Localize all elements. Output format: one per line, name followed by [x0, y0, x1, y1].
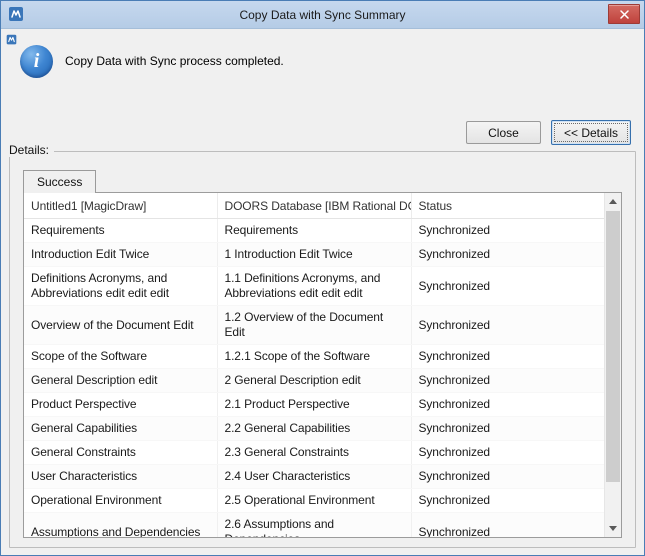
cell-status[interactable]: Synchronized — [411, 441, 604, 465]
table-header-row: Untitled1 [MagicDraw] DOORS Database [IB… — [24, 193, 604, 219]
cell-magicdraw[interactable]: Definitions Acronyms, and Abbreviations … — [24, 267, 217, 306]
cell-status[interactable]: Synchronized — [411, 267, 604, 306]
cell-doors[interactable]: 1 Introduction Edit Twice — [217, 243, 411, 267]
cell-magicdraw[interactable]: Requirements — [24, 219, 217, 243]
message-text: Copy Data with Sync process completed. — [65, 54, 284, 68]
table-row[interactable]: Scope of the Software 1.2.1 Scope of the… — [24, 345, 604, 369]
cell-magicdraw[interactable]: Overview of the Document Edit — [24, 306, 217, 345]
cell-status[interactable]: Synchronized — [411, 513, 604, 538]
details-section: Details: Success Untitled1 [MagicDraw] D… — [9, 144, 636, 548]
cell-status[interactable]: Synchronized — [411, 369, 604, 393]
success-tab-pane: Untitled1 [MagicDraw] DOORS Database [IB… — [23, 192, 622, 538]
scroll-down-button[interactable] — [605, 520, 621, 537]
scrollbar-thumb[interactable] — [606, 211, 620, 482]
cell-doors[interactable]: Requirements — [217, 219, 411, 243]
table-row[interactable]: User Characteristics 2.4 User Characteri… — [24, 465, 604, 489]
cell-magicdraw[interactable]: User Characteristics — [24, 465, 217, 489]
cell-doors[interactable]: 1.2.1 Scope of the Software — [217, 345, 411, 369]
copy-data-sync-summary-dialog: Copy Data with Sync Summary i Copy Data … — [0, 0, 645, 556]
table-row[interactable]: Overview of the Document Edit 1.2 Overvi… — [24, 306, 604, 345]
message-area: i Copy Data with Sync process completed. — [20, 45, 284, 78]
cell-doors[interactable]: 2.3 General Constraints — [217, 441, 411, 465]
cell-magicdraw[interactable]: General Capabilities — [24, 417, 217, 441]
table-row[interactable]: General Capabilities 2.2 General Capabil… — [24, 417, 604, 441]
button-row: Close << Details — [466, 120, 631, 145]
cell-status[interactable]: Synchronized — [411, 465, 604, 489]
table-row[interactable]: General Constraints 2.3 General Constrai… — [24, 441, 604, 465]
table-row[interactable]: Requirements Requirements Synchronized — [24, 219, 604, 243]
cell-magicdraw[interactable]: Product Perspective — [24, 393, 217, 417]
sync-results-table: Untitled1 [MagicDraw] DOORS Database [IB… — [24, 193, 604, 537]
tab-success[interactable]: Success — [23, 170, 96, 193]
titlebar[interactable]: Copy Data with Sync Summary — [1, 1, 644, 29]
details-toggle-button[interactable]: << Details — [551, 120, 631, 145]
cell-doors[interactable]: 2 General Description edit — [217, 369, 411, 393]
table-row[interactable]: General Description edit 2 General Descr… — [24, 369, 604, 393]
close-window-button[interactable] — [608, 4, 640, 24]
cell-status[interactable]: Synchronized — [411, 417, 604, 441]
table-row[interactable]: Introduction Edit Twice 1 Introduction E… — [24, 243, 604, 267]
cell-doors[interactable]: 1.2 Overview of the Document Edit — [217, 306, 411, 345]
cell-doors[interactable]: 2.5 Operational Environment — [217, 489, 411, 513]
cell-doors[interactable]: 2.1 Product Perspective — [217, 393, 411, 417]
app-icon-small — [6, 32, 17, 43]
cell-magicdraw[interactable]: Scope of the Software — [24, 345, 217, 369]
table-row[interactable]: Assumptions and Dependencies 2.6 Assumpt… — [24, 513, 604, 538]
table-row[interactable]: Product Perspective 2.1 Product Perspect… — [24, 393, 604, 417]
column-header-status[interactable]: Status — [411, 193, 604, 219]
window-title: Copy Data with Sync Summary — [1, 8, 644, 22]
scroll-up-icon — [609, 199, 617, 204]
cell-doors[interactable]: 2.6 Assumptions and Dependencies — [217, 513, 411, 538]
scroll-up-button[interactable] — [605, 193, 621, 210]
cell-magicdraw[interactable]: Assumptions and Dependencies — [24, 513, 217, 538]
sync-results-table-wrap: Untitled1 [MagicDraw] DOORS Database [IB… — [24, 193, 621, 537]
cell-doors[interactable]: 1.1 Definitions Acronyms, and Abbreviati… — [217, 267, 411, 306]
cell-doors[interactable]: 2.2 General Capabilities — [217, 417, 411, 441]
cell-magicdraw[interactable]: Operational Environment — [24, 489, 217, 513]
info-icon: i — [20, 45, 53, 78]
cell-status[interactable]: Synchronized — [411, 306, 604, 345]
column-header-doors[interactable]: DOORS Database [IBM Rational DO... — [217, 193, 411, 219]
scroll-down-icon — [609, 526, 617, 531]
cell-status[interactable]: Synchronized — [411, 489, 604, 513]
cell-magicdraw[interactable]: General Constraints — [24, 441, 217, 465]
cell-status[interactable]: Synchronized — [411, 243, 604, 267]
cell-status[interactable]: Synchronized — [411, 345, 604, 369]
column-header-magicdraw[interactable]: Untitled1 [MagicDraw] — [24, 193, 217, 219]
details-label: Details: — [9, 143, 54, 157]
table-row[interactable]: Definitions Acronyms, and Abbreviations … — [24, 267, 604, 306]
cell-status[interactable]: Synchronized — [411, 219, 604, 243]
cell-magicdraw[interactable]: Introduction Edit Twice — [24, 243, 217, 267]
cell-doors[interactable]: 2.4 User Characteristics — [217, 465, 411, 489]
close-button[interactable]: Close — [466, 121, 541, 144]
table-row[interactable]: Operational Environment 2.5 Operational … — [24, 489, 604, 513]
cell-magicdraw[interactable]: General Description edit — [24, 369, 217, 393]
cell-status[interactable]: Synchronized — [411, 393, 604, 417]
close-icon — [620, 7, 629, 22]
vertical-scrollbar[interactable] — [604, 193, 621, 537]
app-icon — [8, 6, 24, 22]
